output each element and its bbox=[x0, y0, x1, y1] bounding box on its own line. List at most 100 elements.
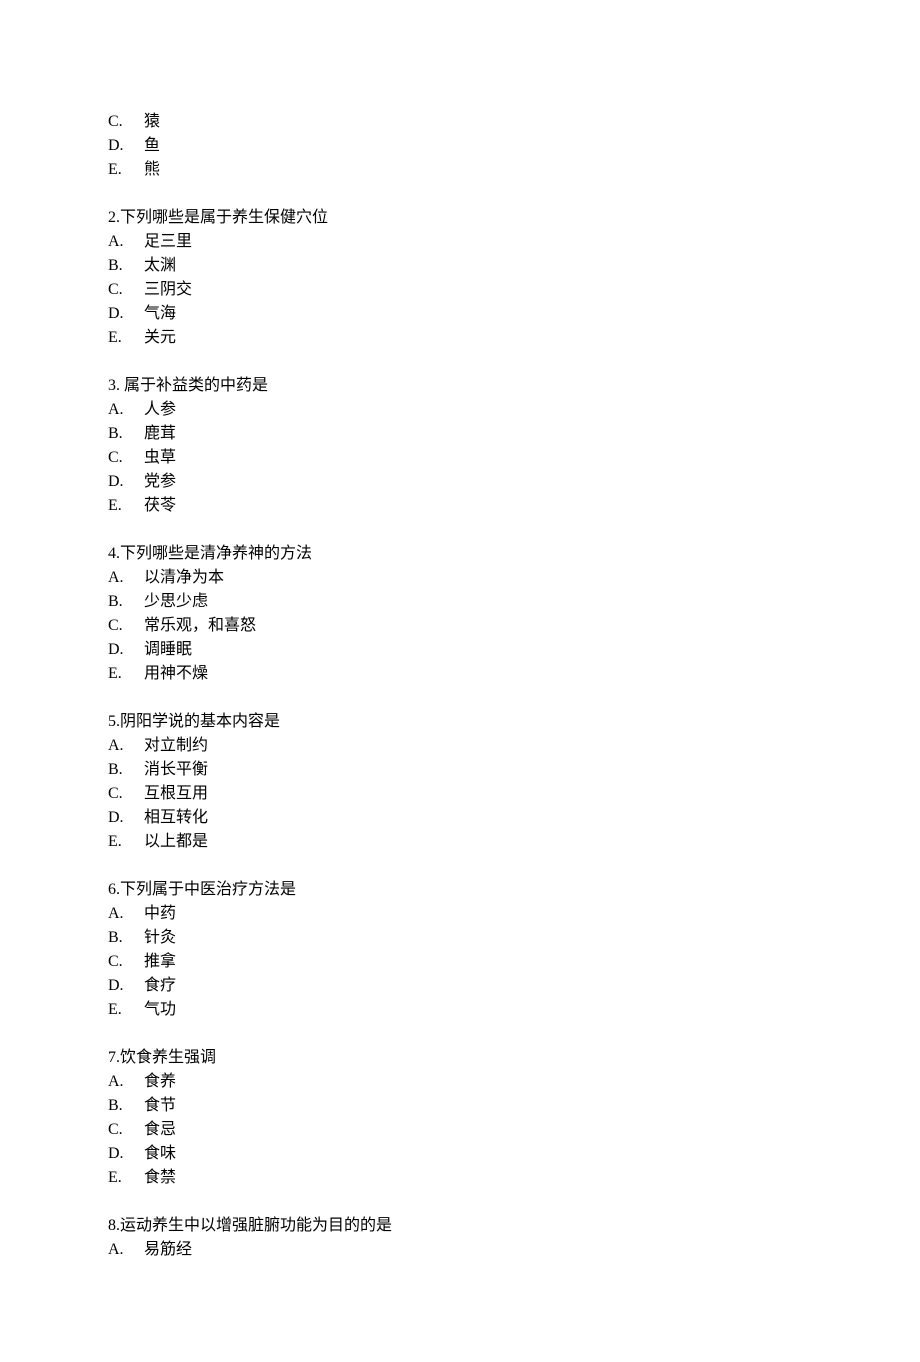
option-letter: C. bbox=[108, 614, 144, 638]
option-letter: D. bbox=[108, 974, 144, 998]
option-text: 食味 bbox=[144, 1142, 176, 1166]
option-row: C. 猿 bbox=[108, 110, 812, 134]
option-letter: C. bbox=[108, 110, 144, 134]
option-letter: E. bbox=[108, 830, 144, 854]
option-row: C. 食忌 bbox=[108, 1118, 812, 1142]
option-text: 食节 bbox=[144, 1094, 176, 1118]
question-number: 7. bbox=[108, 1049, 120, 1066]
option-letter: D. bbox=[108, 134, 144, 158]
option-row: B. 针灸 bbox=[108, 926, 812, 950]
option-text: 食禁 bbox=[144, 1166, 176, 1190]
option-letter: A. bbox=[108, 566, 144, 590]
option-row: A. 以清净为本 bbox=[108, 566, 812, 590]
option-row: E. 关元 bbox=[108, 326, 812, 350]
option-letter: E. bbox=[108, 494, 144, 518]
option-text: 食忌 bbox=[144, 1118, 176, 1142]
option-letter: C. bbox=[108, 950, 144, 974]
option-row: D. 食疗 bbox=[108, 974, 812, 998]
question-block: 8.运动养生中以增强脏腑功能为目的的是 A. 易筋经 bbox=[108, 1214, 812, 1262]
option-row: B. 消长平衡 bbox=[108, 758, 812, 782]
option-text: 中药 bbox=[144, 902, 176, 926]
option-row: D. 鱼 bbox=[108, 134, 812, 158]
option-letter: D. bbox=[108, 638, 144, 662]
option-text: 鱼 bbox=[144, 134, 160, 158]
question-text: 饮食养生强调 bbox=[120, 1049, 216, 1066]
option-row: D. 调睡眠 bbox=[108, 638, 812, 662]
question-stem: 8.运动养生中以增强脏腑功能为目的的是 bbox=[108, 1214, 812, 1238]
question-block: 2.下列哪些是属于养生保健穴位 A. 足三里 B. 太渊 C. 三阴交 D. 气… bbox=[108, 206, 812, 350]
question-text: 阴阳学说的基本内容是 bbox=[120, 713, 280, 730]
option-text: 茯苓 bbox=[144, 494, 176, 518]
option-row: E. 以上都是 bbox=[108, 830, 812, 854]
question-stem: 5.阴阳学说的基本内容是 bbox=[108, 710, 812, 734]
option-text: 气海 bbox=[144, 302, 176, 326]
option-row: A. 易筋经 bbox=[108, 1238, 812, 1262]
option-row: C. 常乐观，和喜怒 bbox=[108, 614, 812, 638]
question-number: 8. bbox=[108, 1217, 120, 1234]
option-letter: E. bbox=[108, 662, 144, 686]
question-text: 下列哪些是属于养生保健穴位 bbox=[120, 209, 328, 226]
option-text: 消长平衡 bbox=[144, 758, 208, 782]
option-text: 太渊 bbox=[144, 254, 176, 278]
question-stem: 7.饮食养生强调 bbox=[108, 1046, 812, 1070]
option-text: 调睡眠 bbox=[144, 638, 192, 662]
option-letter: E. bbox=[108, 158, 144, 182]
option-text: 党参 bbox=[144, 470, 176, 494]
question-number: 3. bbox=[108, 377, 120, 394]
option-row: D. 气海 bbox=[108, 302, 812, 326]
option-letter: A. bbox=[108, 398, 144, 422]
option-row: A. 食养 bbox=[108, 1070, 812, 1094]
option-row: E. 食禁 bbox=[108, 1166, 812, 1190]
option-letter: E. bbox=[108, 326, 144, 350]
question-stem: 6.下列属于中医治疗方法是 bbox=[108, 878, 812, 902]
question-block: 6.下列属于中医治疗方法是 A. 中药 B. 针灸 C. 推拿 D. 食疗 E.… bbox=[108, 878, 812, 1022]
option-letter: D. bbox=[108, 470, 144, 494]
option-row: A. 中药 bbox=[108, 902, 812, 926]
option-letter: C. bbox=[108, 782, 144, 806]
question-block: 4.下列哪些是清净养神的方法 A. 以清净为本 B. 少思少虑 C. 常乐观，和… bbox=[108, 542, 812, 686]
option-row: E. 气功 bbox=[108, 998, 812, 1022]
option-row: B. 太渊 bbox=[108, 254, 812, 278]
option-row: B. 鹿茸 bbox=[108, 422, 812, 446]
option-row: D. 党参 bbox=[108, 470, 812, 494]
option-letter: A. bbox=[108, 230, 144, 254]
question-text: 下列哪些是清净养神的方法 bbox=[120, 545, 312, 562]
option-text: 关元 bbox=[144, 326, 176, 350]
question-block: 5.阴阳学说的基本内容是 A. 对立制约 B. 消长平衡 C. 互根互用 D. … bbox=[108, 710, 812, 854]
option-text: 食养 bbox=[144, 1070, 176, 1094]
option-letter: E. bbox=[108, 1166, 144, 1190]
question-number: 4. bbox=[108, 545, 120, 562]
option-text: 以上都是 bbox=[144, 830, 208, 854]
option-row: B. 食节 bbox=[108, 1094, 812, 1118]
option-text: 足三里 bbox=[144, 230, 192, 254]
option-row: E. 熊 bbox=[108, 158, 812, 182]
question-text: 运动养生中以增强脏腑功能为目的的是 bbox=[120, 1217, 392, 1234]
option-row: C. 虫草 bbox=[108, 446, 812, 470]
option-text: 猿 bbox=[144, 110, 160, 134]
option-text: 针灸 bbox=[144, 926, 176, 950]
option-row: A. 足三里 bbox=[108, 230, 812, 254]
option-text: 相互转化 bbox=[144, 806, 208, 830]
question-number: 5. bbox=[108, 713, 120, 730]
option-row: A. 对立制约 bbox=[108, 734, 812, 758]
option-text: 食疗 bbox=[144, 974, 176, 998]
document-page: C. 猿 D. 鱼 E. 熊 2.下列哪些是属于养生保健穴位 A. 足三里 B.… bbox=[0, 0, 920, 1362]
option-row: C. 推拿 bbox=[108, 950, 812, 974]
option-row: D. 相互转化 bbox=[108, 806, 812, 830]
option-text: 熊 bbox=[144, 158, 160, 182]
option-row: E. 茯苓 bbox=[108, 494, 812, 518]
option-row: E. 用神不燥 bbox=[108, 662, 812, 686]
option-letter: B. bbox=[108, 254, 144, 278]
option-letter: E. bbox=[108, 998, 144, 1022]
option-text: 少思少虑 bbox=[144, 590, 208, 614]
option-row: B. 少思少虑 bbox=[108, 590, 812, 614]
question-text: 下列属于中医治疗方法是 bbox=[120, 881, 296, 898]
option-row: C. 三阴交 bbox=[108, 278, 812, 302]
option-letter: C. bbox=[108, 278, 144, 302]
option-row: C. 互根互用 bbox=[108, 782, 812, 806]
option-text: 常乐观，和喜怒 bbox=[144, 614, 256, 638]
option-text: 人参 bbox=[144, 398, 176, 422]
option-letter: D. bbox=[108, 1142, 144, 1166]
question-text: 属于补益类的中药是 bbox=[120, 377, 268, 394]
option-text: 以清净为本 bbox=[144, 566, 224, 590]
